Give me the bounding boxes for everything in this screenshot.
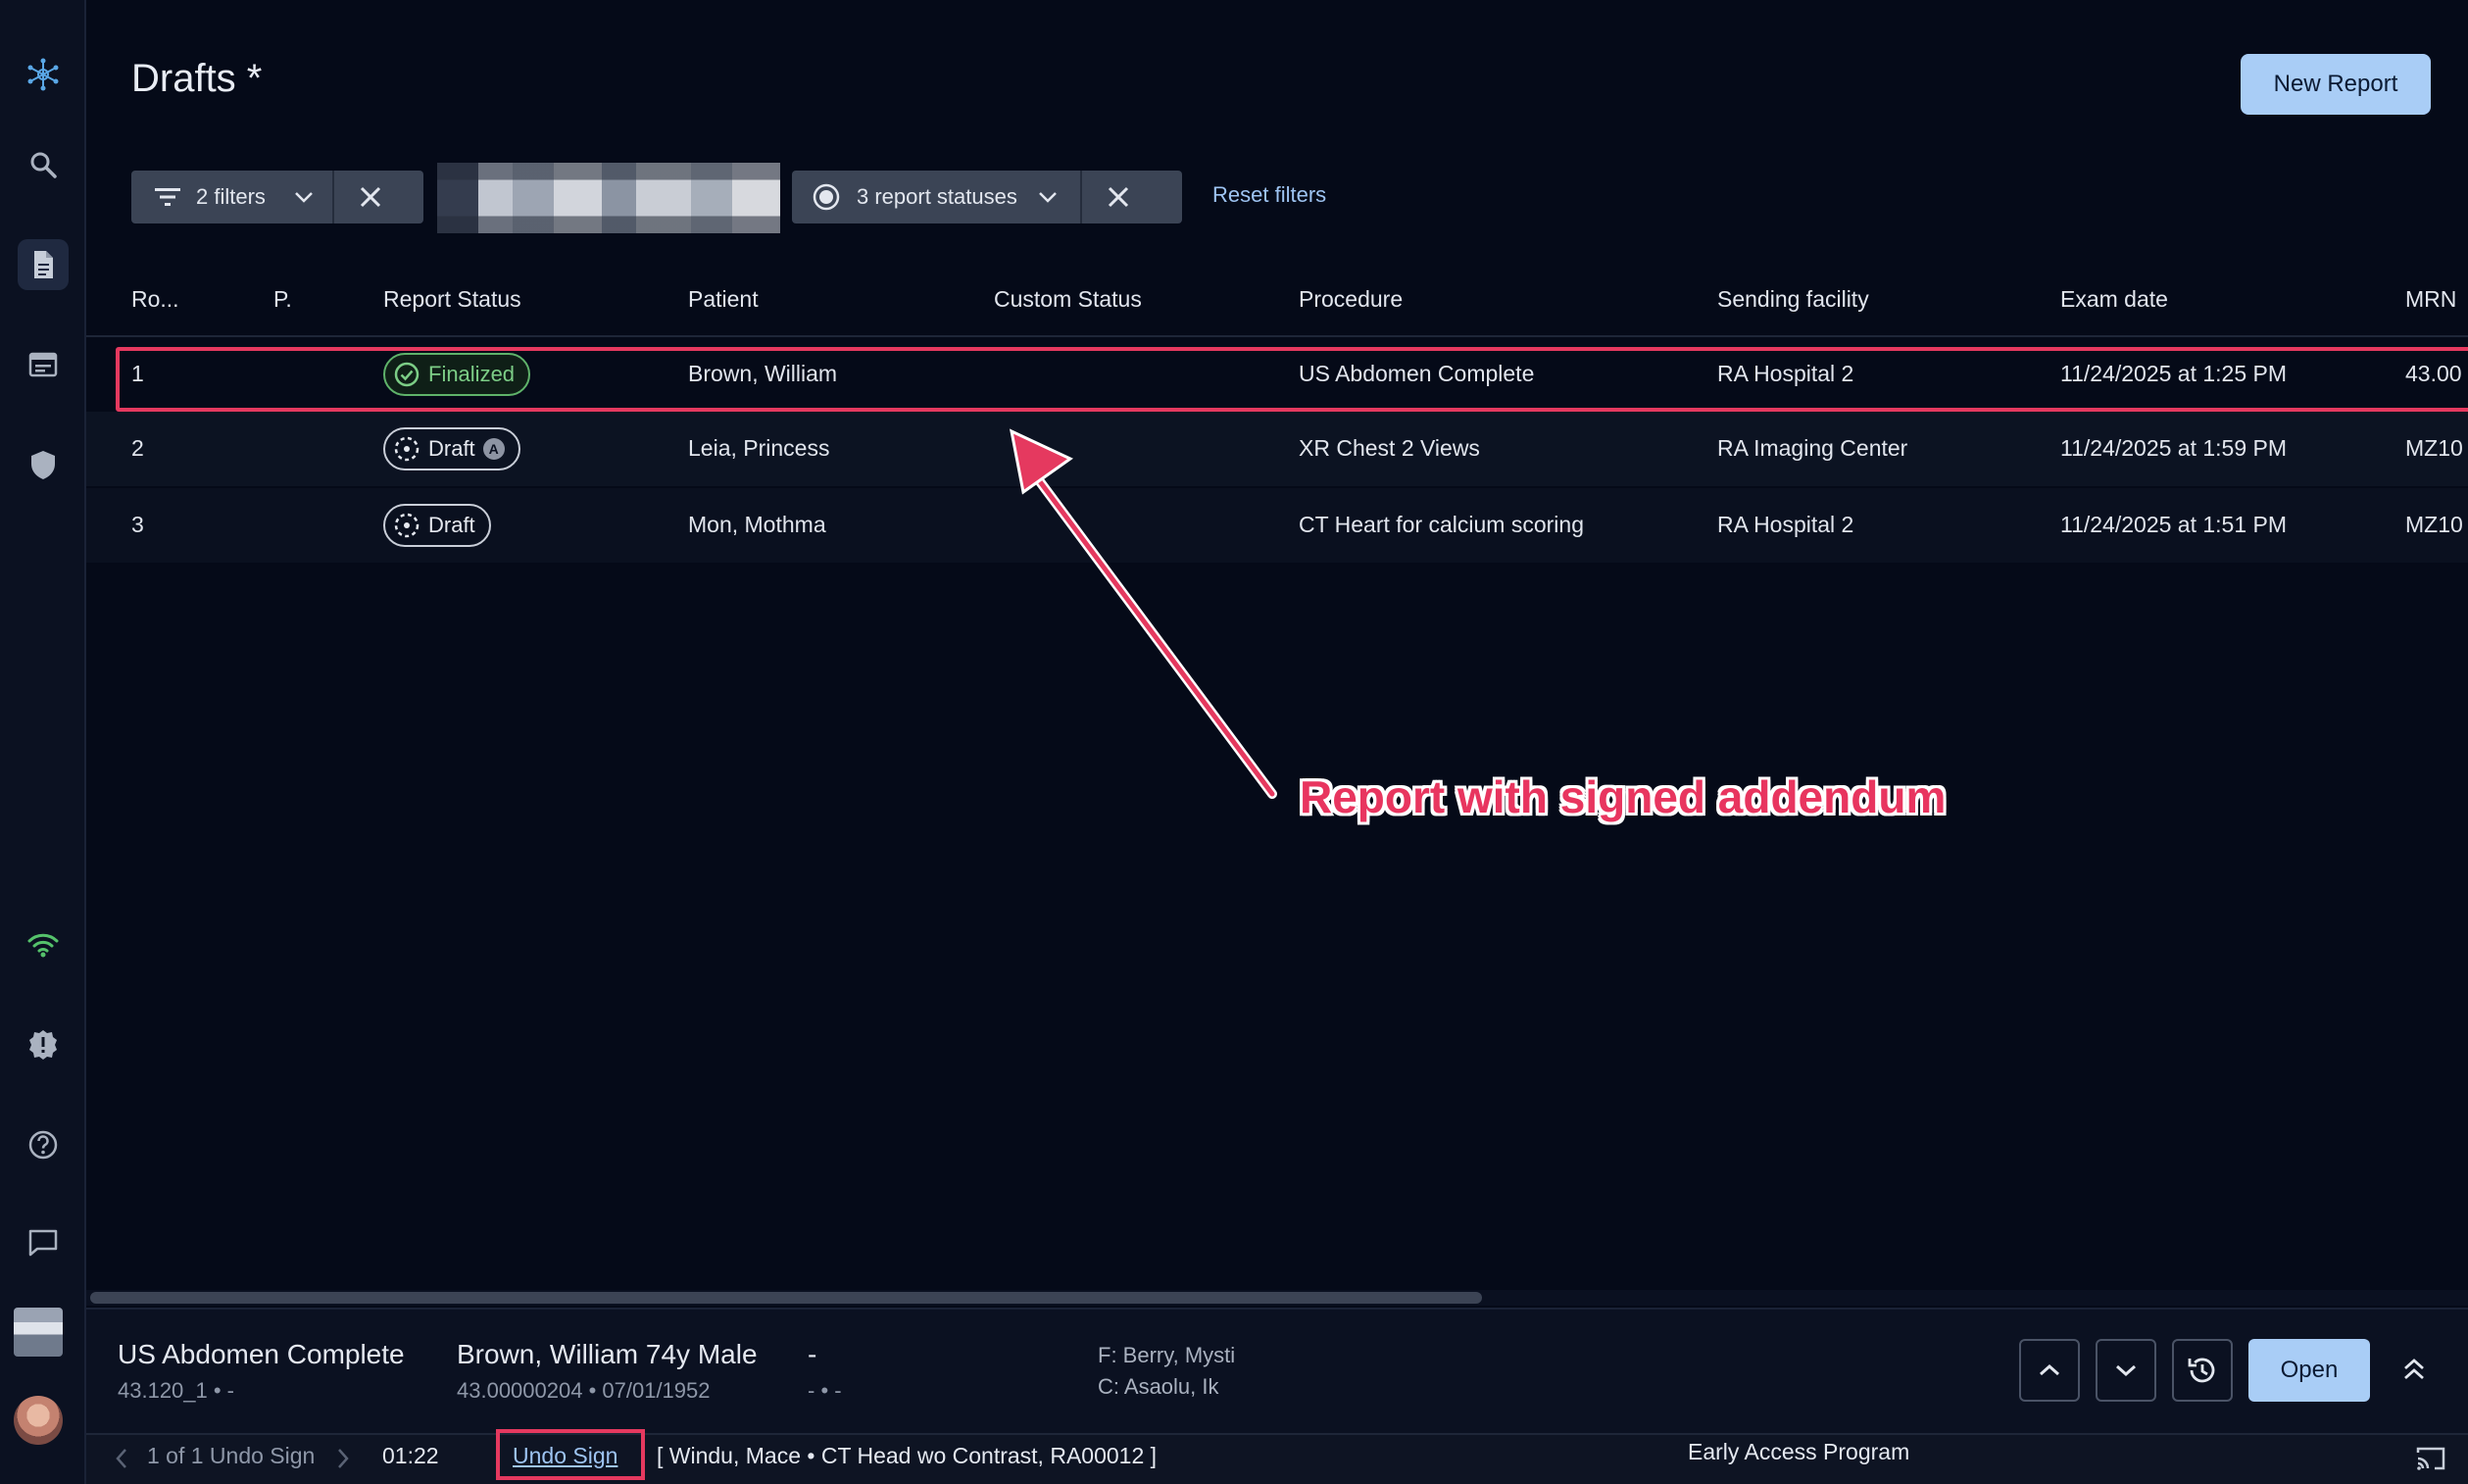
wifi-icon (18, 919, 69, 970)
patient-name: Leia, Princess (688, 435, 830, 461)
preview-procedure: US Abdomen Complete (118, 1339, 405, 1369)
row-highlight-box (116, 347, 2468, 412)
draft-dashed-circle-icon (394, 513, 420, 538)
status-context: [ Windu, Mace • CT Head wo Contrast, RA0… (657, 1443, 1158, 1468)
search-icon[interactable] (18, 139, 69, 190)
redacted-filter-chip[interactable] (437, 163, 780, 233)
filters-chip-label: 2 filters (196, 184, 266, 209)
chevron-down-icon (2116, 1364, 2136, 1377)
status-pager: 1 of 1 Undo Sign (147, 1443, 316, 1468)
sending-facility: RA Imaging Center (1717, 435, 1908, 461)
horizontal-scrollbar-thumb[interactable] (90, 1292, 1482, 1304)
early-access-label: Early Access Program (1688, 1439, 1910, 1464)
column-header-report-status[interactable]: Report Status (383, 286, 521, 313)
preview-dash-sub: - • - (808, 1378, 842, 1403)
history-icon (2188, 1358, 2215, 1383)
status-badge: Draft A (383, 427, 520, 470)
chevron-left-icon[interactable] (114, 1447, 129, 1470)
status-badge: Draft (383, 504, 491, 547)
next-report-button[interactable] (2096, 1339, 2156, 1402)
chevron-down-icon (295, 192, 313, 203)
preview-patient: Brown, William 74y Male (457, 1339, 758, 1369)
column-header-row[interactable]: Ro... (131, 286, 179, 313)
page-title: Drafts * (131, 57, 263, 100)
procedure: CT Heart for calcium scoring (1299, 512, 1584, 537)
previous-report-button[interactable] (2019, 1339, 2080, 1402)
status-bar (86, 1433, 2468, 1484)
preview-dash: - (808, 1339, 817, 1369)
column-header-sending-facility[interactable]: Sending facility (1717, 286, 1869, 313)
chip-divider (331, 171, 334, 223)
patient-name: Mon, Mothma (688, 512, 826, 537)
cast-icon[interactable] (2415, 1445, 2446, 1472)
chip-divider (1079, 171, 1082, 223)
preview-f-line: F: Berry, Mysti (1098, 1343, 1236, 1367)
sending-facility: RA Hospital 2 (1717, 512, 1854, 537)
status-timer: 01:22 (382, 1443, 439, 1468)
clear-filters-close-icon[interactable] (358, 184, 383, 210)
row-number: 2 (131, 435, 144, 461)
sidebar (0, 0, 86, 1484)
exam-date: 11/24/2025 at 1:51 PM (2060, 512, 2288, 537)
double-chevron-up-icon (2404, 1359, 2424, 1380)
column-header-patient[interactable]: Patient (688, 286, 759, 313)
report-statuses-chip[interactable]: 3 report statuses (792, 171, 1182, 223)
column-header-priority[interactable]: P. (273, 286, 292, 313)
help-icon[interactable] (18, 1119, 69, 1170)
drafts-document-icon[interactable] (18, 239, 69, 290)
chat-icon[interactable] (18, 1217, 69, 1268)
procedure: XR Chest 2 Views (1299, 435, 1480, 461)
column-header-mrn[interactable]: MRN (2405, 286, 2456, 313)
new-report-button[interactable]: New Report (2241, 54, 2431, 115)
open-report-button[interactable]: Open (2248, 1339, 2370, 1402)
clear-statuses-close-icon[interactable] (1106, 184, 1131, 210)
filter-icon (155, 188, 180, 206)
draft-dashed-circle-icon (394, 436, 420, 462)
table-row[interactable]: 3 Draft Mon, Mothma CT Heart for calcium… (86, 488, 2468, 563)
radio-status-icon (813, 183, 840, 211)
user-thumbnail[interactable] (14, 1308, 63, 1357)
mrn: MZ10 (2405, 435, 2463, 461)
preview-procedure-sub: 43.120_1 • - (118, 1378, 235, 1403)
chevron-down-icon (1038, 192, 1057, 203)
settings-alert-icon[interactable] (18, 1019, 69, 1070)
undo-sign-link[interactable]: Undo Sign (513, 1443, 617, 1469)
reset-filters-link[interactable]: Reset filters (1212, 182, 1326, 208)
mrn: MZ10 (2405, 512, 2463, 537)
annotation-label: Report with signed addendum (1300, 771, 1947, 822)
status-badge-label: Draft (428, 436, 475, 461)
column-header-exam-date[interactable]: Exam date (2060, 286, 2168, 313)
history-button[interactable] (2172, 1339, 2233, 1402)
preview-patient-sub: 43.00000204 • 07/01/1952 (457, 1378, 711, 1403)
worklist-icon[interactable] (18, 339, 69, 390)
shield-icon[interactable] (18, 439, 69, 490)
column-header-custom-status[interactable]: Custom Status (994, 286, 1142, 313)
exam-date: 11/24/2025 at 1:59 PM (2060, 435, 2288, 461)
table-row[interactable]: 2 Draft A Leia, Princess XR Chest 2 View… (86, 412, 2468, 486)
report-statuses-chip-label: 3 report statuses (857, 184, 1017, 209)
assigned-a-icon: A (482, 438, 505, 460)
chevron-right-icon[interactable] (335, 1447, 351, 1470)
expand-panel-button[interactable] (2397, 1353, 2431, 1391)
app-logo-icon[interactable] (18, 49, 69, 100)
avatar[interactable] (14, 1396, 63, 1445)
status-badge-label: Draft (428, 513, 475, 537)
filters-chip[interactable]: 2 filters (131, 171, 423, 223)
chevron-up-icon (2040, 1363, 2059, 1376)
preview-c-line: C: Asaolu, Ik (1098, 1374, 1219, 1399)
row-number: 3 (131, 512, 144, 537)
column-header-procedure[interactable]: Procedure (1299, 286, 1403, 313)
